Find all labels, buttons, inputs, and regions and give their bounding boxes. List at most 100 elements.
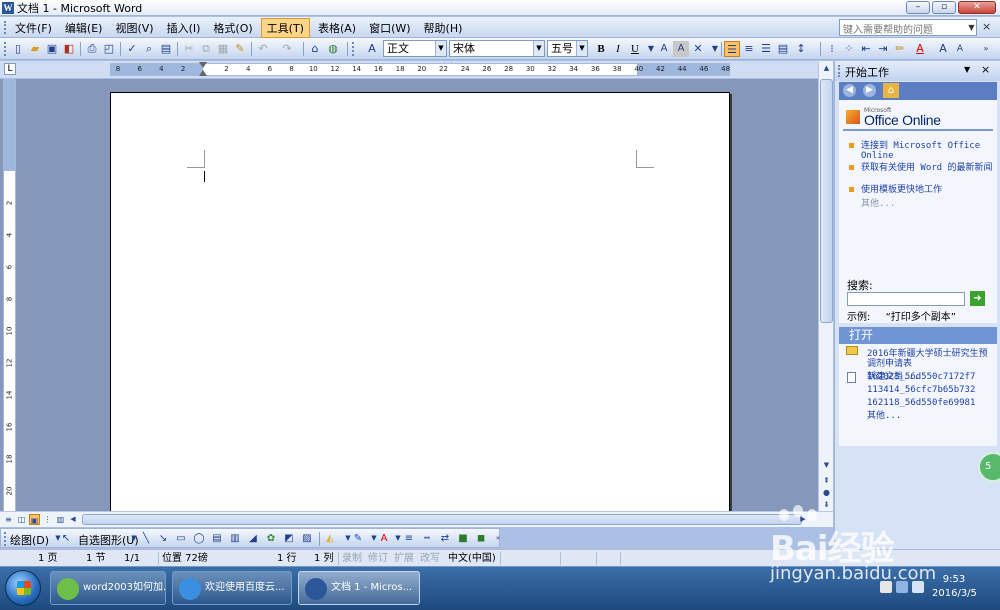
line-spacing-icon[interactable]: ↕ — [793, 41, 809, 57]
scroll-down-icon[interactable]: ▼ — [820, 459, 833, 472]
menu-window[interactable]: 窗口(W) — [364, 19, 415, 37]
menu-help[interactable]: 帮助(H) — [419, 19, 468, 37]
menu-file[interactable]: 文件(F) — [10, 19, 57, 37]
menu-table[interactable]: 表格(A) — [313, 19, 361, 37]
char-scaling-icon[interactable]: ✕ — [690, 41, 706, 57]
align-left-icon[interactable]: ☰ — [724, 41, 740, 57]
menu-format[interactable]: 格式(O) — [208, 19, 257, 37]
toolbar-grip[interactable] — [4, 532, 7, 546]
first-line-indent-icon[interactable] — [199, 62, 207, 68]
word-app-icon[interactable]: W — [2, 1, 14, 14]
vertical-ruler[interactable]: 2 4 6 8 10 12 14 16 18 20 — [3, 79, 16, 511]
close-window-button[interactable]: ✕ — [958, 1, 996, 14]
chevron-down-icon[interactable]: ▼ — [533, 41, 544, 56]
normal-view-icon[interactable]: ≡ — [3, 514, 14, 525]
link-templates[interactable]: 使用模板更快地工作 — [847, 185, 993, 195]
tables-borders-icon[interactable]: ◍ — [325, 41, 341, 57]
more-files-link[interactable]: 其他... — [867, 411, 992, 421]
close-document-button[interactable]: × — [982, 20, 991, 33]
task-pane-grip[interactable] — [838, 65, 840, 77]
font-color-draw-icon[interactable]: A — [377, 531, 391, 546]
recent-file-item[interactable]: 113414_56cfc7b65b732 — [867, 385, 992, 395]
horizontal-scrollbar[interactable]: ◀ ▶ — [68, 514, 808, 526]
underline-button[interactable]: U — [627, 41, 643, 57]
network-icon[interactable] — [896, 581, 908, 593]
font-combo[interactable]: 宋体 ▼ — [449, 40, 545, 57]
draw-menu-button[interactable]: 绘图(D) — [10, 532, 49, 548]
document-page[interactable] — [110, 92, 730, 511]
shrink-font-icon[interactable]: A — [952, 41, 968, 57]
open-folder-icon[interactable]: ▰ — [27, 41, 43, 57]
forward-icon[interactable]: ▶ — [863, 84, 876, 97]
text-box-icon[interactable]: ▤ — [210, 531, 224, 546]
clip-art-icon[interactable]: ◩ — [282, 531, 296, 546]
volume-icon[interactable] — [912, 581, 924, 593]
toolbar-grip[interactable] — [352, 42, 355, 56]
highlight-icon[interactable]: ✏ — [892, 41, 908, 57]
menu-tools[interactable]: 工具(T) — [260, 17, 310, 38]
status-overtype[interactable]: 改写 — [420, 551, 440, 566]
line-color-icon[interactable]: ✎ — [351, 531, 365, 546]
3d-style-icon[interactable]: ◼ — [474, 531, 488, 546]
align-right-icon[interactable]: ☰ — [758, 41, 774, 57]
taskbar-item-baiduyun[interactable]: 欢迎使用百度云... — [172, 571, 292, 605]
horizontal-scroll-thumb[interactable] — [82, 514, 802, 525]
print-icon[interactable]: ⎙ — [84, 41, 100, 57]
status-record[interactable]: 录制 — [342, 551, 362, 566]
taskbar-item-jingyan[interactable]: word2003如何加... — [50, 571, 166, 605]
grow-font-icon[interactable]: A — [935, 41, 951, 57]
chevron-down-icon[interactable]: ▼ — [576, 41, 587, 56]
toolbar-options-icon[interactable]: » — [978, 41, 994, 57]
redo-icon[interactable]: ↷ — [279, 41, 295, 57]
maximize-button[interactable]: ▫ — [932, 1, 956, 14]
char-border-icon[interactable]: A — [656, 41, 672, 57]
back-icon[interactable]: ◀ — [843, 84, 856, 97]
format-painter-icon[interactable]: ✎ — [232, 41, 248, 57]
align-center-icon[interactable]: ≡ — [741, 41, 757, 57]
permission-icon[interactable]: ◧ — [61, 41, 77, 57]
menu-edit[interactable]: 编辑(E) — [60, 19, 108, 37]
styles-formatting-icon[interactable]: A — [364, 41, 380, 57]
print-layout-view-icon[interactable]: ▣ — [29, 514, 40, 525]
toolbar-options-icon[interactable]: » — [491, 531, 505, 546]
task-pane-close-button[interactable]: × — [981, 63, 990, 76]
research-icon[interactable]: ⌕ — [141, 41, 157, 57]
menu-view[interactable]: 视图(V) — [110, 19, 158, 37]
status-track-changes[interactable]: 修订 — [368, 551, 388, 566]
spelling-icon[interactable]: ✓ — [124, 41, 140, 57]
toolbar-grip[interactable] — [4, 42, 7, 56]
decrease-indent-icon[interactable]: ⇤ — [858, 41, 874, 57]
new-document-link[interactable]: 新建文档... — [867, 372, 992, 382]
tab-selector-icon[interactable]: L — [4, 63, 16, 75]
diagram-icon[interactable]: ✿ — [264, 531, 278, 546]
italic-button[interactable]: I — [610, 41, 626, 57]
home-icon[interactable]: ⌂ — [883, 83, 899, 98]
oval-tool-icon[interactable]: ◯ — [192, 531, 206, 546]
hanging-indent-icon[interactable] — [199, 70, 207, 76]
side-badge[interactable]: 5 — [978, 452, 1000, 482]
menu-insert[interactable]: 插入(I) — [162, 19, 206, 37]
link-connect-office-online[interactable]: 连接到 Microsoft Office Online — [847, 141, 993, 161]
bold-button[interactable]: B — [593, 41, 609, 57]
recent-file-item[interactable]: 162118_56d550fe69981 — [867, 398, 992, 408]
rectangle-tool-icon[interactable]: ▭ — [174, 531, 188, 546]
chevron-down-icon[interactable]: ▼ — [964, 65, 970, 74]
research-book-icon[interactable]: ▤ — [158, 41, 174, 57]
bullets-icon[interactable]: ⁘ — [841, 41, 857, 57]
vertical-scrollbar[interactable]: ▲ ▼ ⇞ ● ⇟ — [818, 61, 833, 511]
line-style-icon[interactable]: ≡ — [402, 531, 416, 546]
numbering-icon[interactable]: ⁝ — [824, 41, 840, 57]
line-tool-icon[interactable]: ╲ — [139, 531, 153, 546]
fill-color-icon[interactable]: ◭ — [323, 531, 337, 546]
copy-icon[interactable]: ⧉ — [198, 41, 214, 57]
arrow-tool-icon[interactable]: ↘ — [156, 531, 170, 546]
vertical-scroll-thumb[interactable] — [820, 79, 833, 323]
print-preview-icon[interactable]: ◰ — [101, 41, 117, 57]
minimize-button[interactable]: – — [906, 1, 930, 14]
search-input[interactable] — [847, 292, 965, 306]
status-extend[interactable]: 扩展 — [394, 551, 414, 566]
insert-hyperlink-icon[interactable]: ⌂ — [307, 41, 323, 57]
scroll-left-icon[interactable]: ◀ — [68, 514, 78, 525]
indent-marker[interactable] — [199, 62, 207, 78]
wordart-icon[interactable]: ◢ — [246, 531, 260, 546]
